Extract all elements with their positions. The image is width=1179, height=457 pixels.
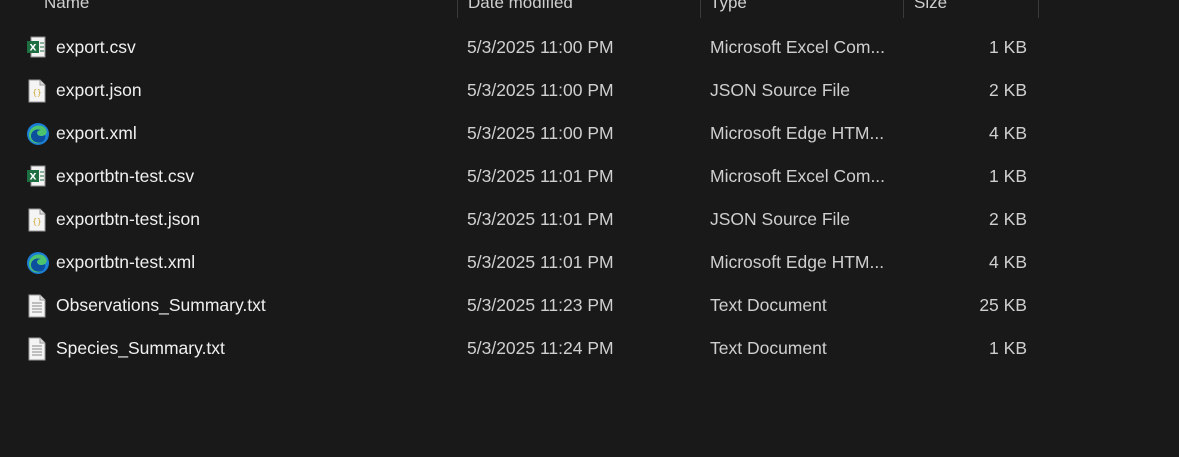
column-divider[interactable] <box>903 0 904 18</box>
file-date: 5/3/2025 11:00 PM <box>467 123 614 143</box>
svg-text:X: X <box>30 173 37 183</box>
file-name: exportbtn-test.csv <box>56 166 195 186</box>
file-date: 5/3/2025 11:01 PM <box>467 166 614 186</box>
column-divider[interactable] <box>457 0 458 18</box>
file-row[interactable]: X export.csv 5/3/2025 11:00 PM Microsoft… <box>0 26 1179 69</box>
json-file-icon: {} <box>26 208 48 232</box>
file-date: 5/3/2025 11:23 PM <box>467 295 614 315</box>
file-type: Microsoft Edge HTM... <box>710 252 885 272</box>
file-name: export.csv <box>56 37 136 57</box>
file-type: JSON Source File <box>710 209 851 229</box>
file-row[interactable]: Species_Summary.txt 5/3/2025 11:24 PM Te… <box>0 327 1179 370</box>
file-size: 4 KB <box>989 252 1027 272</box>
file-row[interactable]: exportbtn-test.xml 5/3/2025 11:01 PM Mic… <box>0 241 1179 284</box>
file-size: 4 KB <box>989 123 1027 143</box>
file-name: Species_Summary.txt <box>56 338 225 358</box>
edge-icon <box>26 122 49 146</box>
column-divider[interactable] <box>700 0 701 18</box>
column-header-type[interactable]: Type <box>710 0 747 18</box>
file-name: exportbtn-test.json <box>56 209 200 229</box>
file-type: Text Document <box>710 295 827 315</box>
edge-icon <box>26 251 49 275</box>
text-file-icon <box>26 294 48 318</box>
file-type: JSON Source File <box>710 80 851 100</box>
column-header-row: Name Date modified Type Size <box>0 0 1179 18</box>
svg-text:{}: {} <box>32 88 41 97</box>
file-type: Microsoft Excel Com... <box>710 166 886 186</box>
file-date: 5/3/2025 11:00 PM <box>467 80 614 100</box>
file-size: 1 KB <box>989 338 1027 358</box>
column-divider[interactable] <box>1038 0 1039 18</box>
file-type: Microsoft Edge HTM... <box>710 123 885 143</box>
file-size: 1 KB <box>989 166 1027 186</box>
file-name: Observations_Summary.txt <box>56 295 266 315</box>
json-file-icon: {} <box>26 79 48 103</box>
excel-csv-icon: X <box>26 165 48 189</box>
svg-text:{}: {} <box>32 217 41 226</box>
file-size: 2 KB <box>989 209 1027 229</box>
file-row[interactable]: X exportbtn-test.csv 5/3/2025 11:01 PM M… <box>0 155 1179 198</box>
file-type: Microsoft Excel Com... <box>710 37 886 57</box>
column-header-name[interactable]: Name <box>44 0 89 18</box>
file-type: Text Document <box>710 338 827 358</box>
file-size: 2 KB <box>989 80 1027 100</box>
file-row[interactable]: {} exportbtn-test.json 5/3/2025 11:01 PM… <box>0 198 1179 241</box>
column-header-size[interactable]: Size <box>914 0 947 18</box>
file-date: 5/3/2025 11:01 PM <box>467 209 614 229</box>
text-file-icon <box>26 337 48 361</box>
file-row[interactable]: {} export.json 5/3/2025 11:00 PM JSON So… <box>0 69 1179 112</box>
file-name: export.xml <box>56 123 137 143</box>
svg-text:X: X <box>30 44 37 54</box>
file-date: 5/3/2025 11:24 PM <box>467 338 614 358</box>
file-row[interactable]: export.xml 5/3/2025 11:00 PM Microsoft E… <box>0 112 1179 155</box>
file-name: exportbtn-test.xml <box>56 252 196 272</box>
file-row[interactable]: Observations_Summary.txt 5/3/2025 11:23 … <box>0 284 1179 327</box>
column-header-date[interactable]: Date modified <box>468 0 573 18</box>
file-date: 5/3/2025 11:00 PM <box>467 37 614 57</box>
file-date: 5/3/2025 11:01 PM <box>467 252 614 272</box>
file-size: 1 KB <box>989 37 1027 57</box>
file-size: 25 KB <box>979 295 1027 315</box>
excel-csv-icon: X <box>26 36 48 60</box>
file-name: export.json <box>56 80 142 100</box>
